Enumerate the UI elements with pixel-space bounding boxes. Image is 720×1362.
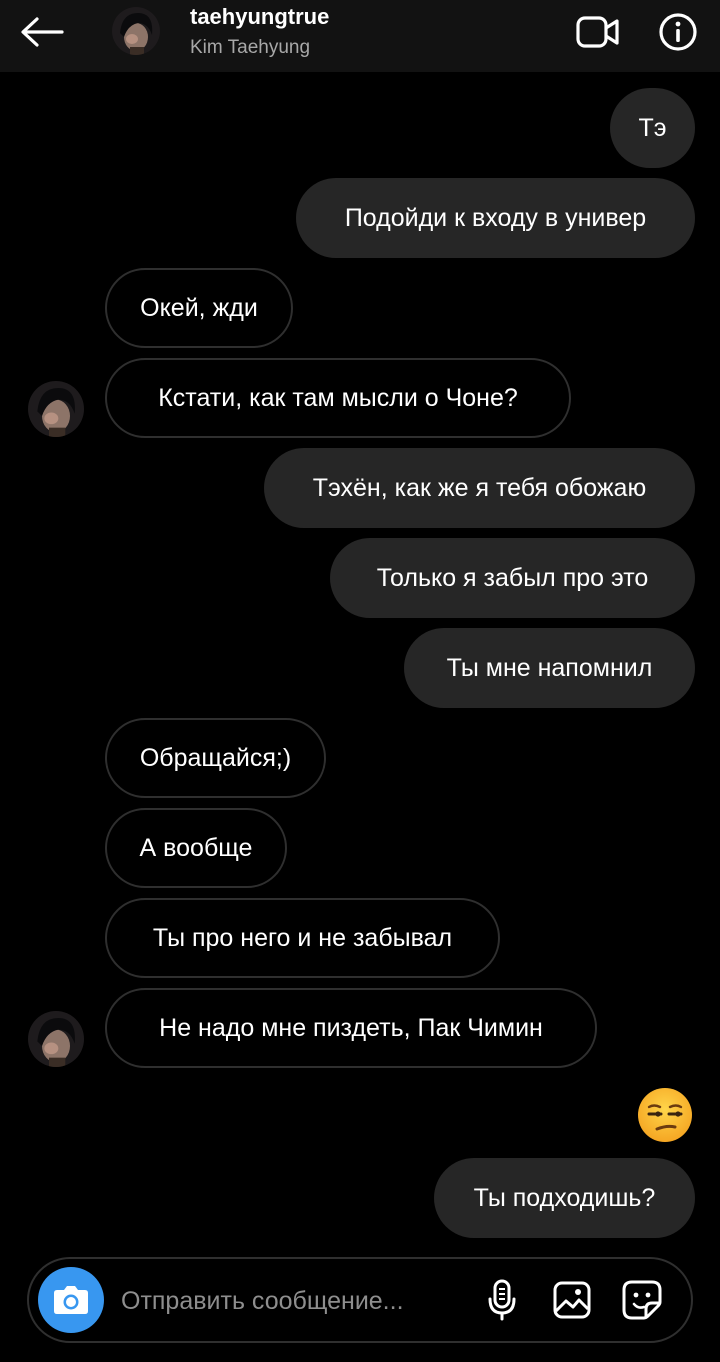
message-sent[interactable]: Только я забыл про это — [330, 538, 695, 618]
contact-username[interactable]: taehyungtrue — [190, 4, 329, 30]
microphone-button[interactable] — [479, 1277, 525, 1323]
unamused-face-emoji[interactable] — [637, 1087, 693, 1143]
message-received[interactable]: Ты про него и не забывал — [105, 898, 500, 978]
message-sent[interactable]: Подойди к входу в универ — [296, 178, 695, 258]
sender-avatar[interactable] — [28, 1011, 84, 1067]
chat-header: taehyungtrue Kim Taehyung — [0, 0, 720, 72]
video-call-button[interactable] — [574, 12, 622, 52]
message-composer — [27, 1257, 693, 1343]
message-input[interactable] — [119, 1277, 463, 1325]
message-received[interactable]: Не надо мне пиздеть, Пак Чимин — [105, 988, 597, 1068]
contact-display-name: Kim Taehyung — [190, 37, 311, 58]
avatar-image — [28, 381, 84, 437]
info-button[interactable] — [654, 10, 702, 54]
sticker-button[interactable] — [619, 1277, 665, 1323]
message-received[interactable]: Окей, жди — [105, 268, 293, 348]
sender-avatar[interactable] — [28, 381, 84, 437]
arrow-left-icon — [21, 17, 64, 47]
gallery-icon — [553, 1281, 591, 1319]
contact-avatar[interactable] — [112, 7, 160, 55]
camera-icon — [54, 1286, 88, 1314]
message-sent[interactable]: Тэ — [610, 88, 695, 168]
message-received[interactable]: Кстати, как там мысли о Чоне? — [105, 358, 571, 438]
message-received[interactable]: Обращайся;) — [105, 718, 326, 798]
gallery-button[interactable] — [549, 1277, 595, 1323]
unamused-face-icon — [638, 1088, 692, 1142]
back-button[interactable] — [18, 12, 66, 52]
message-sent[interactable]: Ты мне напомнил — [404, 628, 695, 708]
avatar-image — [112, 7, 160, 55]
avatar-image — [28, 1011, 84, 1067]
microphone-icon — [488, 1279, 516, 1321]
message-sent[interactable]: Ты подходишь? — [434, 1158, 695, 1238]
video-camera-icon — [576, 16, 619, 48]
message-sent[interactable]: Тэхён, как же я тебя обожаю — [264, 448, 695, 528]
message-received[interactable]: А вообще — [105, 808, 287, 888]
sticker-icon — [622, 1280, 662, 1320]
info-icon — [659, 13, 697, 51]
camera-button[interactable] — [38, 1267, 104, 1333]
